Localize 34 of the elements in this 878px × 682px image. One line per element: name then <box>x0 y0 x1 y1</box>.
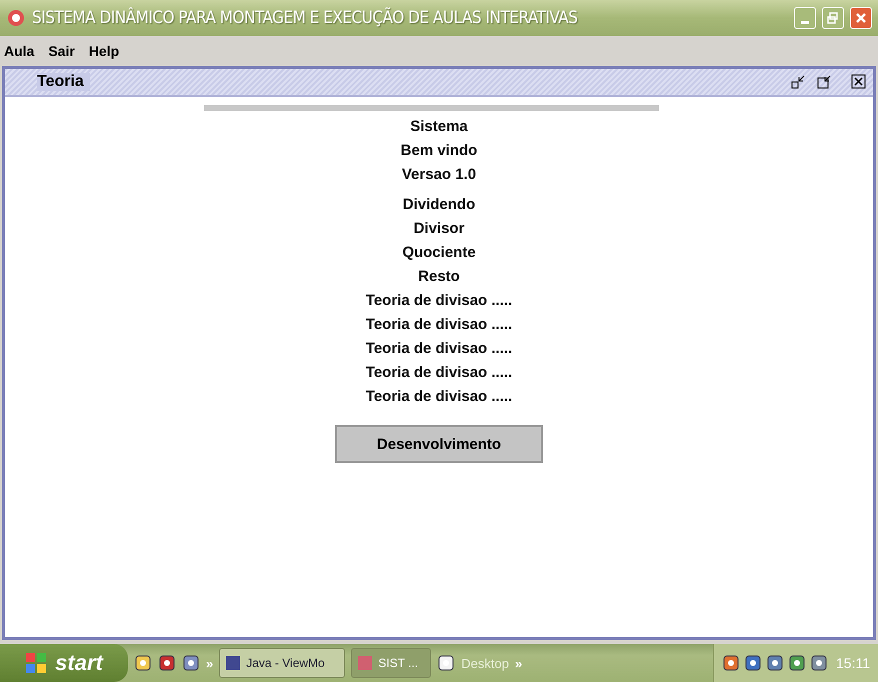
menu-item[interactable]: Sair <box>48 43 75 59</box>
text-line: Quociente <box>402 243 476 263</box>
text-line: Sistema <box>410 117 468 137</box>
menu-item[interactable]: Aula <box>4 43 34 59</box>
text-line: Teoria de divisao ..... <box>366 291 512 311</box>
close-icon[interactable] <box>851 74 867 90</box>
app-icon[interactable] <box>182 654 200 672</box>
text-line: Resto <box>418 267 460 287</box>
close-button[interactable] <box>850 7 872 29</box>
window-title: SISTEMA DINÂMICO PARA MONTAGEM E EXECUÇÃO DE AULAS INTERATIVAS <box>32 8 578 28</box>
text-line: Teoria de divisao ..... <box>366 387 512 407</box>
text-line: Teoria de divisao ..... <box>366 315 512 335</box>
start-button[interactable]: start <box>0 644 128 682</box>
text-line: Teoria de divisao ..... <box>366 363 512 383</box>
maximize-icon[interactable] <box>817 75 833 89</box>
clock: 15:11 <box>836 655 870 671</box>
text-line: Divisor <box>414 219 464 239</box>
task-button[interactable]: Java - ViewMo <box>219 648 346 678</box>
text-line: Teoria de divisao ..... <box>366 339 512 359</box>
text-line: Bem vindo <box>400 141 478 161</box>
text-line: Versao 1.0 <box>402 165 476 185</box>
text-line: Dividendo <box>402 195 476 215</box>
app-icon <box>225 655 242 671</box>
minimize-icon[interactable] <box>791 75 807 89</box>
frame-title: Teoria <box>37 73 90 91</box>
development-button[interactable]: Desenvolvimento <box>335 425 543 463</box>
menu-item[interactable]: Help <box>88 43 120 59</box>
minimize-icon <box>801 20 809 24</box>
app-icon <box>6 8 26 28</box>
app-icon <box>357 655 374 671</box>
close-icon <box>855 12 867 24</box>
restore-icon <box>827 12 839 24</box>
app-icon[interactable] <box>158 654 176 672</box>
windows-logo-icon <box>25 652 48 674</box>
